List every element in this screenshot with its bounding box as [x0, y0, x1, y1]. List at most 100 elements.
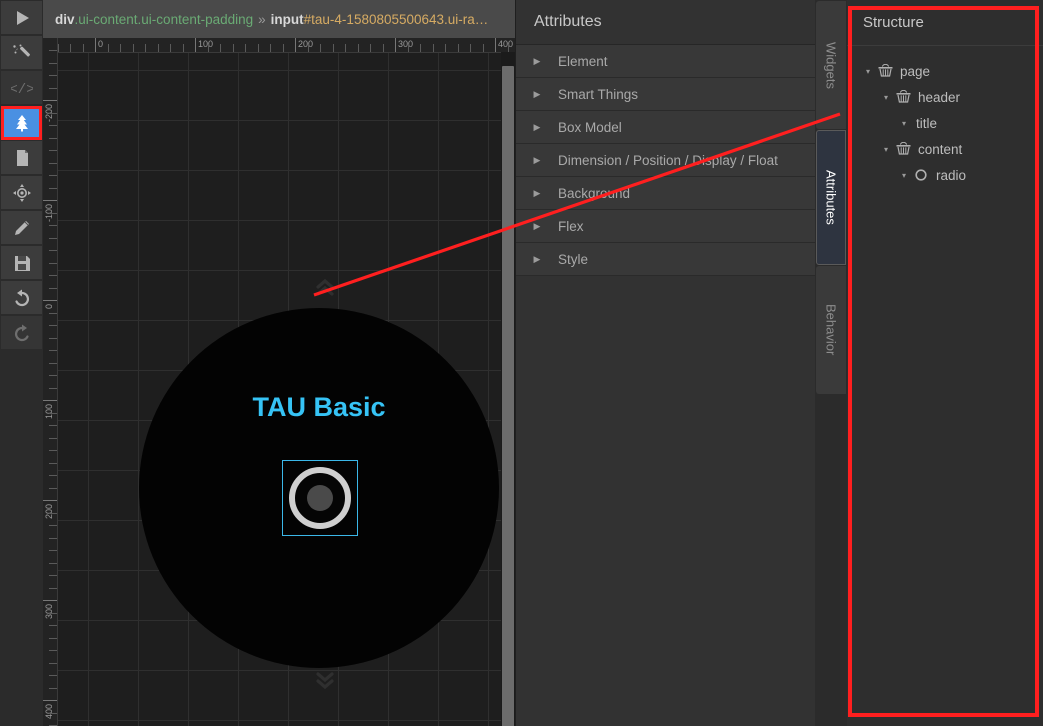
- undo-button[interactable]: [1, 281, 42, 315]
- ruler-tick-minor: [233, 44, 234, 52]
- tree-node-title[interactable]: ▾title: [847, 110, 1043, 136]
- ruler-tick-minor: [49, 613, 57, 614]
- ruler-tick-minor: [145, 44, 146, 52]
- attribute-section-element[interactable]: ▶Element: [516, 45, 815, 78]
- attribute-section-style[interactable]: ▶Style: [516, 243, 815, 276]
- device-preview-circle[interactable]: TAU Basic: [139, 308, 499, 668]
- ruler-tick-minor: [258, 44, 259, 52]
- breadcrumb-tag-div: div: [55, 12, 75, 27]
- structure-tree: ▾page▾header▾title▾content▾radio: [847, 46, 1043, 188]
- tab-widgets[interactable]: Widgets: [816, 1, 846, 129]
- radio-widget-selection[interactable]: [282, 460, 358, 536]
- ruler-tick: [43, 200, 57, 201]
- ruler-tick-minor: [170, 44, 171, 52]
- page-button[interactable]: [1, 141, 42, 175]
- tree-node-page[interactable]: ▾page: [847, 58, 1043, 84]
- ruler-tick-minor: [49, 575, 57, 576]
- tree-button[interactable]: [1, 106, 42, 140]
- breadcrumb-classes-div: .ui-content.ui-content-padding: [75, 12, 254, 27]
- attribute-section-label: Dimension / Position / Display / Float: [558, 153, 778, 168]
- attribute-section-background[interactable]: ▶Background: [516, 177, 815, 210]
- edit-button[interactable]: [1, 211, 42, 245]
- ruler-tick-minor: [49, 363, 57, 364]
- ruler-tick-minor: [49, 288, 57, 289]
- ruler-tick-minor: [49, 250, 57, 251]
- ruler-tick-minor: [49, 313, 57, 314]
- chevron-down-icon[interactable]: ▾: [879, 145, 893, 154]
- attribute-section-label: Smart Things: [558, 87, 638, 102]
- container-icon: [875, 64, 895, 78]
- redo-button[interactable]: [1, 316, 42, 350]
- attribute-section-flex[interactable]: ▶Flex: [516, 210, 815, 243]
- chevron-right-icon: ▶: [516, 254, 558, 265]
- code-button[interactable]: </>: [1, 71, 42, 105]
- ruler-tick-minor: [49, 263, 57, 264]
- ruler-tick-minor: [383, 44, 384, 52]
- tab-behavior[interactable]: Behavior: [816, 266, 846, 394]
- ruler-vertical: -200-1000100200300400: [43, 38, 58, 726]
- canvas-scrollbar[interactable]: [501, 52, 515, 726]
- ruler-tick-minor: [49, 150, 57, 151]
- attribute-section-box-model[interactable]: ▶Box Model: [516, 111, 815, 144]
- magic-button[interactable]: [1, 36, 42, 70]
- breadcrumb[interactable]: div.ui-content.ui-content-padding»input#…: [43, 0, 515, 38]
- redo-icon: [12, 323, 32, 343]
- attribute-section-label: Box Model: [558, 120, 622, 135]
- radio-icon[interactable]: [289, 467, 351, 529]
- chevron-right-icon: ▶: [516, 188, 558, 199]
- run-button[interactable]: [1, 1, 42, 35]
- ruler-tick-minor: [49, 88, 57, 89]
- structure-panel: Structure ▾page▾header▾title▾content▾rad…: [847, 0, 1043, 726]
- chevron-down-icon[interactable]: ▾: [897, 119, 911, 128]
- ruler-label: 0: [95, 39, 103, 49]
- chevron-down-icon[interactable]: ▾: [861, 67, 875, 76]
- chevron-down-icon[interactable]: ▾: [879, 93, 893, 102]
- ruler-tick-minor: [49, 163, 57, 164]
- ruler-tick-minor: [120, 44, 121, 52]
- ruler-tick: [43, 500, 57, 501]
- design-canvas[interactable]: TAU Basic 010020030040: [43, 38, 515, 726]
- ruler-tick-minor: [49, 63, 57, 64]
- ruler-tick-minor: [333, 44, 334, 52]
- chevron-down-icon[interactable]: ▾: [897, 171, 911, 180]
- ruler-tick-minor: [49, 375, 57, 376]
- chevron-right-icon: ▶: [516, 155, 558, 166]
- ruler-label: 300: [44, 602, 54, 619]
- ruler-tick-minor: [370, 44, 371, 52]
- tree-node-content[interactable]: ▾content: [847, 136, 1043, 162]
- ruler-tick-minor: [283, 44, 284, 52]
- ruler-tick-minor: [49, 450, 57, 451]
- attribute-section-dimension-position-display-float[interactable]: ▶Dimension / Position / Display / Float: [516, 144, 815, 177]
- ruler-tick-minor: [49, 425, 57, 426]
- ruler-tick-minor: [49, 113, 57, 114]
- ruler-tick-minor: [183, 44, 184, 52]
- tree-node-radio[interactable]: ▾radio: [847, 162, 1043, 188]
- ruler-tick-minor: [49, 713, 57, 714]
- ruler-tick-minor: [133, 44, 134, 52]
- ruler-tick: [43, 100, 57, 101]
- save-button[interactable]: [1, 246, 42, 280]
- ruler-tick-minor: [83, 44, 84, 52]
- tree-icon: [12, 113, 32, 133]
- tree-node-label: title: [911, 116, 937, 131]
- chevron-right-icon: ▶: [516, 89, 558, 100]
- ruler-tick-minor: [49, 525, 57, 526]
- tab-attributes[interactable]: Attributes: [816, 130, 846, 265]
- ruler-tick-minor: [108, 44, 109, 52]
- attribute-section-smart-things[interactable]: ▶Smart Things: [516, 78, 815, 111]
- tab-widgets-label: Widgets: [824, 42, 839, 89]
- tree-node-header[interactable]: ▾ header: [847, 84, 1043, 110]
- code-icon: </>: [11, 78, 33, 98]
- tree-node-label: header: [913, 90, 960, 105]
- canvas-grid[interactable]: TAU Basic: [57, 52, 515, 726]
- canvas-scrollbar-thumb[interactable]: [502, 66, 514, 726]
- ruler-tick-minor: [49, 75, 57, 76]
- attribute-section-label: Style: [558, 252, 588, 267]
- chevron-down-icon[interactable]: [305, 669, 345, 695]
- breadcrumb-tag-input: input: [271, 12, 304, 27]
- attributes-row-list: ▶Element▶Smart Things▶Box Model▶Dimensio…: [516, 45, 815, 296]
- ruler-tick-minor: [433, 44, 434, 52]
- move-button[interactable]: [1, 176, 42, 210]
- chevron-up-icon[interactable]: [305, 277, 345, 303]
- ruler-tick-minor: [49, 275, 57, 276]
